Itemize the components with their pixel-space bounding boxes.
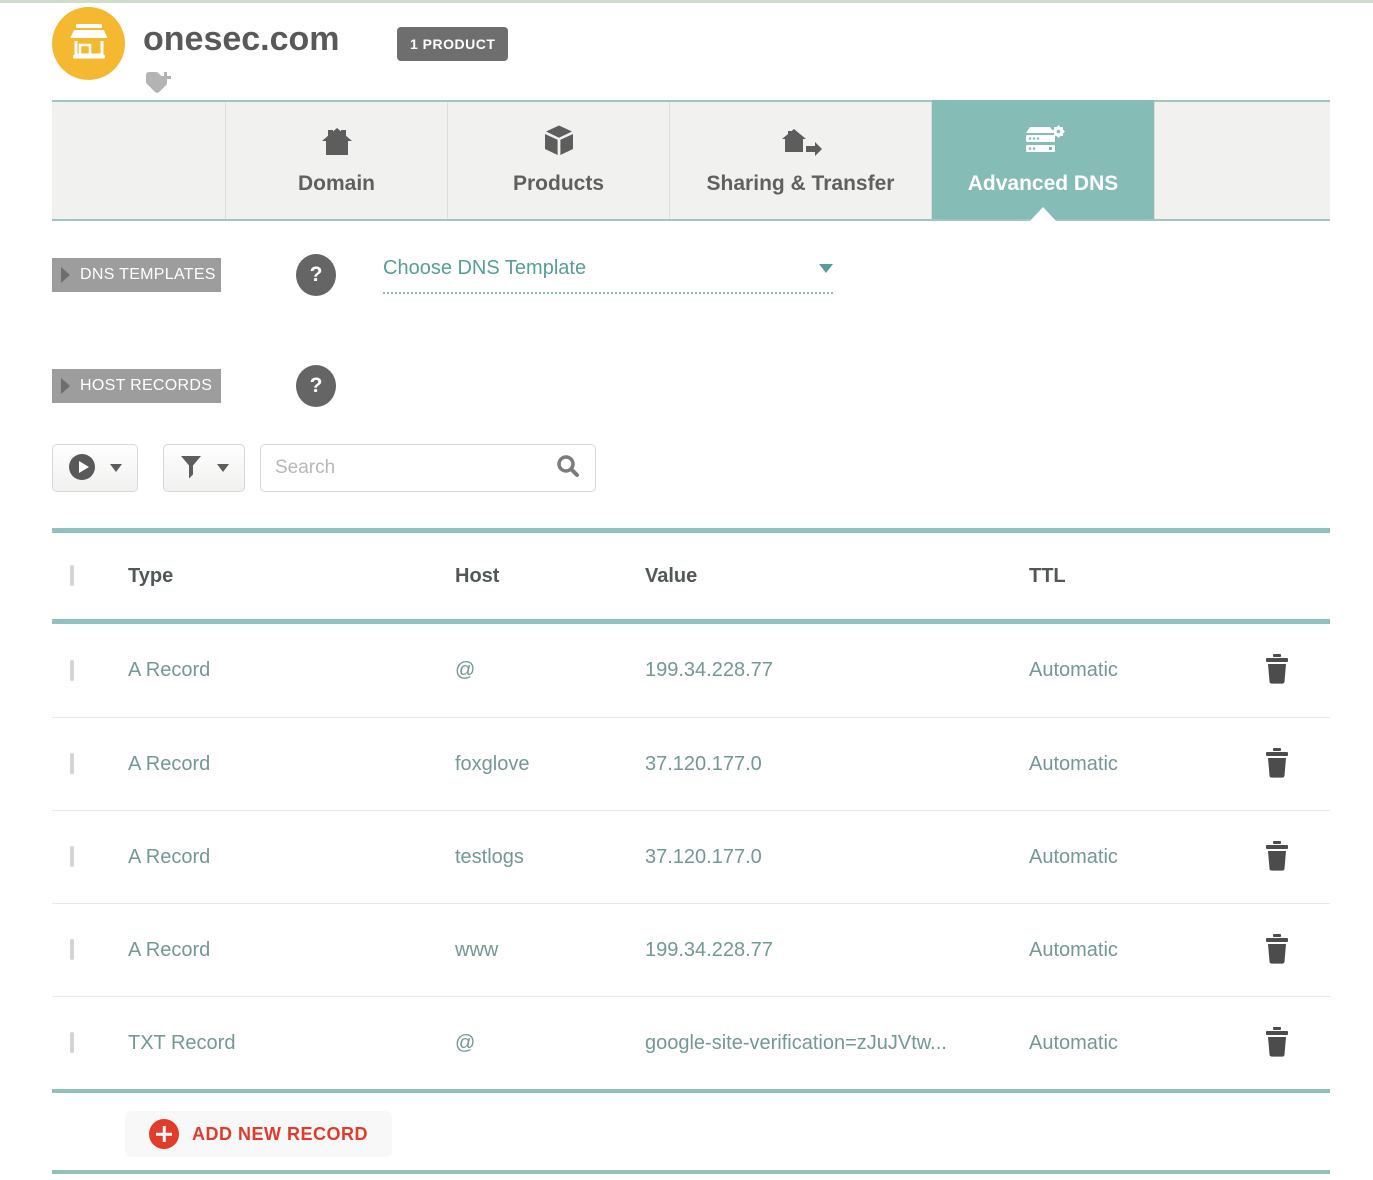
host-records-help-icon[interactable]: ? [296, 365, 336, 407]
record-ttl: Automatic [1029, 846, 1224, 869]
delete-record-button[interactable] [1264, 934, 1290, 967]
section-label: HOST RECORDS [80, 377, 212, 395]
column-header-value: Value [645, 565, 1029, 588]
filter-dropdown[interactable] [163, 444, 245, 492]
dns-templates-badge: DNS TEMPLATES [52, 258, 221, 292]
trash-icon [1264, 654, 1290, 687]
table-body: A Record @ 199.34.228.77 Automatic A Rec… [52, 624, 1330, 1089]
tab-label: Advanced DNS [968, 172, 1119, 196]
record-value: 37.120.177.0 [645, 753, 1029, 776]
tab-bar: Domain Products Sharing & Transfer [52, 100, 1330, 221]
domain-avatar [52, 7, 125, 80]
house-arrow-icon [780, 124, 822, 158]
record-ttl: Automatic [1029, 753, 1224, 776]
filter-icon [179, 454, 203, 483]
plus-icon [149, 1119, 179, 1149]
record-ttl: Automatic [1029, 659, 1224, 682]
table-row: TXT Record @ google-site-verification=zJ… [52, 996, 1330, 1089]
tab-label: Domain [298, 172, 375, 196]
tab-products[interactable]: Products [448, 100, 670, 219]
host-records-section: HOST RECORDS ? [52, 365, 1373, 407]
records-toolbar [52, 444, 1373, 492]
search-icon[interactable] [555, 453, 581, 484]
record-ttl: Automatic [1029, 939, 1224, 962]
delete-record-button[interactable] [1264, 748, 1290, 781]
record-type: TXT Record [128, 1032, 455, 1055]
record-value: 37.120.177.0 [645, 846, 1029, 869]
record-type: A Record [128, 939, 455, 962]
row-checkbox[interactable] [70, 660, 74, 681]
table-row: A Record @ 199.34.228.77 Automatic [52, 624, 1330, 717]
record-host: testlogs [455, 846, 645, 869]
row-checkbox[interactable] [70, 753, 74, 774]
column-header-ttl: TTL [1029, 565, 1224, 588]
column-header-host: Host [455, 565, 645, 588]
add-new-record-button[interactable]: ADD NEW RECORD [125, 1111, 392, 1157]
record-host: foxglove [455, 753, 645, 776]
trash-icon [1264, 748, 1290, 781]
record-type: A Record [128, 753, 455, 776]
table-row: A Record foxglove 37.120.177.0 Automatic [52, 717, 1330, 810]
record-host: @ [455, 1032, 645, 1055]
dns-template-dropdown[interactable]: Choose DNS Template [383, 257, 833, 294]
search-input[interactable] [275, 457, 555, 479]
chevron-down-icon [217, 464, 229, 472]
delete-record-button[interactable] [1264, 841, 1290, 874]
host-records-table: Type Host Value TTL A Record @ 199.34.22… [52, 528, 1330, 1174]
record-value: 199.34.228.77 [645, 939, 1029, 962]
add-tag-icon[interactable] [144, 71, 172, 97]
row-checkbox[interactable] [70, 846, 74, 867]
select-all-checkbox[interactable] [70, 565, 74, 586]
trash-icon [1264, 934, 1290, 967]
chevron-right-icon [61, 267, 70, 283]
product-count-badge: 1 PRODUCT [397, 27, 508, 61]
table-header-row: Type Host Value TTL [52, 533, 1330, 619]
record-value: google-site-verification=zJuJVtw... [645, 1032, 1029, 1055]
record-type: A Record [128, 846, 455, 869]
bulk-actions-dropdown[interactable] [52, 444, 138, 492]
record-host: www [455, 939, 645, 962]
tab-sharing-transfer[interactable]: Sharing & Transfer [670, 100, 932, 219]
record-type: A Record [128, 659, 455, 682]
dns-templates-help-icon[interactable]: ? [296, 254, 336, 296]
table-row: A Record www 199.34.228.77 Automatic [52, 903, 1330, 996]
row-checkbox[interactable] [70, 939, 74, 960]
column-header-type: Type [128, 565, 455, 588]
trash-icon [1264, 1027, 1290, 1060]
play-circle-icon [68, 453, 96, 484]
tab-bar-filler [1154, 100, 1330, 219]
tab-domain[interactable]: Domain [226, 100, 448, 219]
tab-label: Products [513, 172, 604, 196]
record-value: 199.34.228.77 [645, 659, 1029, 682]
table-row: A Record testlogs 37.120.177.0 Automatic [52, 810, 1330, 903]
dropdown-value: Choose DNS Template [383, 257, 586, 280]
tab-advanced-dns[interactable]: Advanced DNS [932, 100, 1154, 219]
delete-record-button[interactable] [1264, 1027, 1290, 1060]
tab-bar-spacer [52, 100, 226, 219]
box-icon [542, 124, 576, 158]
section-label: DNS TEMPLATES [80, 266, 216, 284]
page-title: onesec.com [143, 20, 340, 59]
record-ttl: Automatic [1029, 1032, 1224, 1055]
footer-rule [52, 1170, 1330, 1174]
search-field [260, 444, 596, 492]
server-gear-icon [1020, 124, 1066, 158]
advanced-dns-panel: DNS TEMPLATES ? Choose DNS Template HOST… [0, 254, 1373, 1174]
storefront-icon [67, 21, 111, 66]
chevron-right-icon [61, 378, 70, 394]
home-icon [319, 124, 355, 158]
delete-record-button[interactable] [1264, 654, 1290, 687]
add-button-label: ADD NEW RECORD [192, 1124, 368, 1145]
chevron-down-icon [819, 264, 833, 273]
row-checkbox[interactable] [70, 1032, 74, 1053]
tab-label: Sharing & Transfer [707, 172, 895, 196]
chevron-down-icon [110, 464, 122, 472]
record-host: @ [455, 659, 645, 682]
dns-templates-section: DNS TEMPLATES ? Choose DNS Template [52, 254, 1373, 296]
table-footer: ADD NEW RECORD [52, 1093, 1330, 1170]
domain-header: onesec.com 1 PRODUCT [0, 3, 1373, 100]
host-records-badge: HOST RECORDS [52, 369, 221, 403]
trash-icon [1264, 841, 1290, 874]
